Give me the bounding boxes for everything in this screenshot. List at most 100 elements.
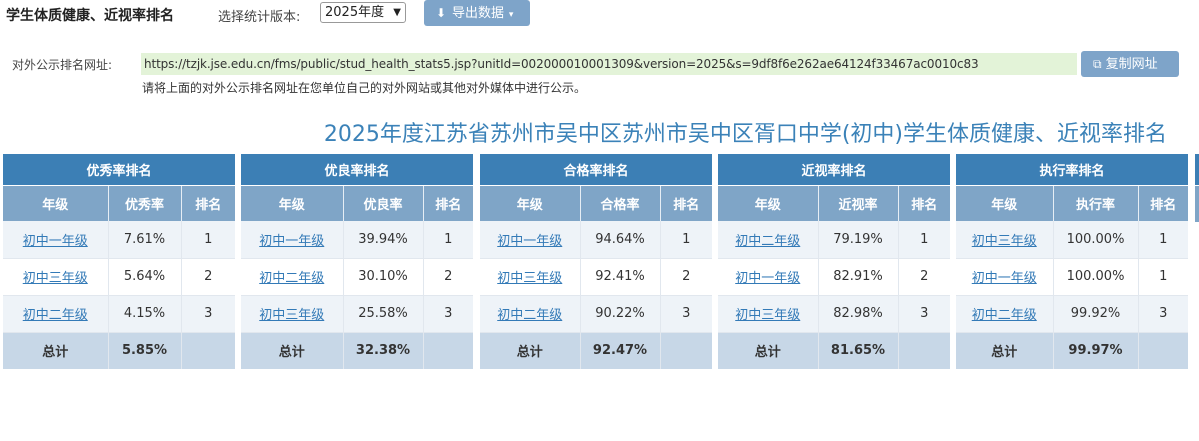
column-header: 排名 — [1138, 185, 1188, 221]
column-header: 排名 — [423, 185, 473, 221]
download-icon: ⬇ — [436, 6, 447, 20]
column-header: 近视率 — [818, 185, 899, 221]
column-header: 年级 — [241, 185, 344, 221]
column-header: 年级 — [956, 185, 1054, 221]
total-rate: 5.85% — [108, 332, 182, 369]
table-row: 初中三年级 82.98% 3 — [718, 295, 950, 333]
version-selected-value: 2025年度 — [325, 5, 385, 20]
grade-link[interactable]: 初中一年级 — [972, 271, 1037, 286]
next-panel-edge — [1195, 154, 1199, 369]
grade-link[interactable]: 初中三年级 — [972, 234, 1037, 249]
total-rate: 99.97% — [1053, 332, 1139, 369]
rate-cell: 90.22% — [580, 295, 661, 333]
table-row: 初中三年级 100.00% 1 — [956, 221, 1188, 259]
total-label: 总计 — [241, 332, 344, 369]
rank-cell: 2 — [660, 258, 712, 296]
rate-cell: 100.00% — [1053, 221, 1139, 259]
rate-cell: 7.61% — [108, 221, 182, 259]
grade-link[interactable]: 初中三年级 — [259, 308, 324, 323]
column-header: 优秀率 — [108, 185, 182, 221]
total-label: 总计 — [718, 332, 819, 369]
rate-cell: 94.64% — [580, 221, 661, 259]
grade-link[interactable]: 初中一年级 — [735, 271, 800, 286]
table-row: 初中一年级 82.91% 2 — [718, 258, 950, 296]
rank-cell: 3 — [423, 295, 473, 333]
grade-link[interactable]: 初中三年级 — [735, 308, 800, 323]
total-label: 总计 — [480, 332, 581, 369]
column-header: 排名 — [660, 185, 712, 221]
panel-execution-rate: 执行率排名 年级 执行率 排名 初中三年级 100.00% 1 初中一年级 10… — [956, 154, 1188, 369]
grade-link[interactable]: 初中二年级 — [23, 308, 88, 323]
rank-cell: 1 — [1138, 221, 1188, 259]
column-header: 排名 — [898, 185, 950, 221]
panel-title: 合格率排名 — [480, 154, 712, 186]
export-data-button[interactable]: ⬇ 导出数据 ▾ — [424, 0, 530, 26]
rank-cell: 2 — [181, 258, 235, 296]
rank-cell: 1 — [1138, 258, 1188, 296]
grade-link[interactable]: 初中二年级 — [735, 234, 800, 249]
ranking-heading: 2025年度江苏省苏州市吴中区苏州市吴中区胥口中学(初中)学生体质健康、近视率排… — [323, 122, 1167, 147]
table-row: 初中二年级 30.10% 2 — [241, 258, 473, 296]
export-data-label: 导出数据 — [452, 6, 505, 21]
grade-link[interactable]: 初中二年级 — [497, 308, 562, 323]
rate-cell: 39.94% — [343, 221, 424, 259]
table-row: 初中二年级 79.19% 1 — [718, 221, 950, 259]
version-label: 选择统计版本: — [218, 10, 301, 25]
total-row: 总计 92.47% — [480, 332, 712, 369]
total-rate: 92.47% — [580, 332, 661, 369]
public-url-field[interactable]: https://tzjk.jse.edu.cn/fms/public/stud_… — [141, 53, 1077, 75]
table-row: 初中一年级 7.61% 1 — [3, 221, 235, 259]
rank-cell: 1 — [181, 221, 235, 259]
chevron-down-icon: ▼ — [393, 7, 401, 18]
version-select[interactable]: 2025年度 ▼ — [320, 2, 406, 23]
column-header: 合格率 — [580, 185, 661, 221]
grade-link[interactable]: 初中二年级 — [259, 271, 324, 286]
panel-title: 优秀率排名 — [3, 154, 235, 186]
copy-url-label: 复制网址 — [1105, 57, 1158, 72]
column-header: 年级 — [480, 185, 581, 221]
panel-myopia-rate: 近视率排名 年级 近视率 排名 初中二年级 79.19% 1 初中一年级 82.… — [718, 154, 950, 369]
rate-cell: 99.92% — [1053, 295, 1139, 333]
panel-title: 执行率排名 — [956, 154, 1188, 186]
public-url-hint: 请将上面的对外公示排名网址在您单位自己的对外网站或其他对外媒体中进行公示。 — [142, 81, 587, 95]
panel-good-rate: 优良率排名 年级 优良率 排名 初中一年级 39.94% 1 初中二年级 30.… — [241, 154, 473, 369]
column-header: 排名 — [181, 185, 235, 221]
rank-cell: 3 — [181, 295, 235, 333]
panel-pass-rate: 合格率排名 年级 合格率 排名 初中一年级 94.64% 1 初中三年级 92.… — [480, 154, 712, 369]
grade-link[interactable]: 初中三年级 — [23, 271, 88, 286]
total-row: 总计 81.65% — [718, 332, 950, 369]
panel-title: 优良率排名 — [241, 154, 473, 186]
table-row: 初中二年级 90.22% 3 — [480, 295, 712, 333]
rank-cell: 1 — [898, 221, 950, 259]
column-header: 执行率 — [1053, 185, 1139, 221]
column-header: 年级 — [3, 185, 109, 221]
table-row: 初中一年级 100.00% 1 — [956, 258, 1188, 296]
grade-link[interactable]: 初中一年级 — [23, 234, 88, 249]
total-label: 总计 — [956, 332, 1054, 369]
rank-cell: 3 — [1138, 295, 1188, 333]
rank-cell: 2 — [898, 258, 950, 296]
panel-title: 近视率排名 — [718, 154, 950, 186]
top-bar: 学生体质健康、近视率排名 选择统计版本: 2025年度 ▼ ⬇ 导出数据 ▾ — [0, 0, 1199, 28]
grade-link[interactable]: 初中三年级 — [497, 271, 562, 286]
caret-down-icon: ▾ — [506, 10, 514, 20]
rank-cell: 3 — [660, 295, 712, 333]
grade-link[interactable]: 初中二年级 — [972, 308, 1037, 323]
total-row: 总计 99.97% — [956, 332, 1188, 369]
rate-cell: 25.58% — [343, 295, 424, 333]
panel-excellent-rate: 优秀率排名 年级 优秀率 排名 初中一年级 7.61% 1 初中三年级 5.64… — [3, 154, 235, 369]
table-row: 初中二年级 99.92% 3 — [956, 295, 1188, 333]
table-row: 初中二年级 4.15% 3 — [3, 295, 235, 333]
copy-url-button[interactable]: ⧉ 复制网址 — [1081, 51, 1179, 77]
table-row: 初中三年级 5.64% 2 — [3, 258, 235, 296]
rate-cell: 82.91% — [818, 258, 899, 296]
rate-cell: 82.98% — [818, 295, 899, 333]
total-row: 总计 5.85% — [3, 332, 235, 369]
grade-link[interactable]: 初中一年级 — [259, 234, 324, 249]
rate-cell: 100.00% — [1053, 258, 1139, 296]
column-header: 年级 — [718, 185, 819, 221]
rank-cell: 3 — [898, 295, 950, 333]
total-row: 总计 32.38% — [241, 332, 473, 369]
rank-cell: 1 — [660, 221, 712, 259]
grade-link[interactable]: 初中一年级 — [497, 234, 562, 249]
